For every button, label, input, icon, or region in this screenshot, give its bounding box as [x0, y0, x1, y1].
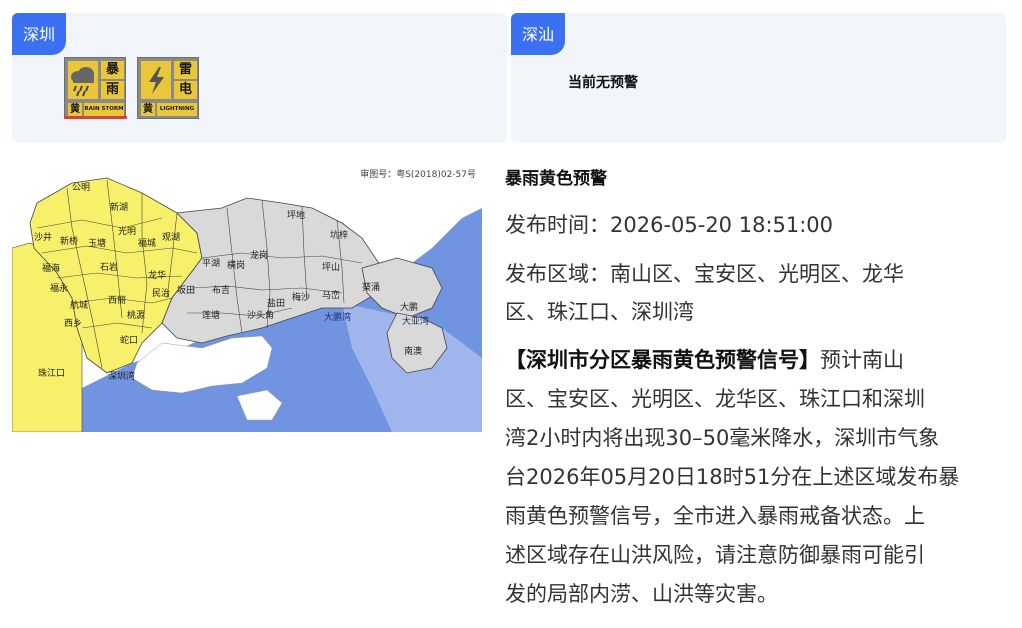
map-label: 新湖	[110, 201, 128, 213]
description-line: 雨黄色预警信号，全市进入暴雨戒备状态。上	[505, 504, 925, 528]
map-label: 公明	[72, 182, 90, 193]
map-label: 玉塘	[88, 237, 106, 249]
map-label: 龙华	[148, 269, 166, 281]
issue-area-line: 区、珠江口、深圳湾	[505, 300, 694, 324]
warning-title: 暴雨黄色预警	[505, 169, 607, 189]
map-label: 梅沙	[292, 291, 310, 303]
map-label: 布吉	[212, 284, 230, 296]
description-line: 台2026年05月20日18时51分在上述区域发布暴	[505, 465, 960, 489]
warning-level: 黄	[141, 103, 155, 116]
map-label: 西乡	[64, 318, 82, 329]
map-label: 深圳湾	[108, 370, 135, 382]
warning-char-2: 雨	[101, 81, 124, 99]
map-label: 大鹏	[400, 301, 418, 313]
description-title: 【深圳市分区暴雨黄色预警信号】	[505, 348, 820, 372]
map-label: 横岗	[227, 259, 245, 271]
map-label: 福海	[42, 262, 60, 274]
map-label: 航城	[70, 299, 88, 311]
issue-time-label: 发布时间：	[505, 213, 610, 237]
map-label: 平湖	[202, 258, 220, 269]
map-label: 马峦	[322, 289, 340, 301]
selected-warning-indicator	[64, 116, 127, 119]
map-label: 福城	[138, 237, 156, 249]
map-label: 石岩	[100, 261, 118, 273]
description-line: 区、宝安区、光明区、龙华区、珠江口和深圳	[505, 387, 925, 411]
map-label: 坑梓	[330, 229, 348, 241]
shenshan-alert-card: 深汕 当前无预警	[511, 13, 1006, 143]
issue-time-value: 2026-05-20 18:51:00	[610, 213, 834, 237]
map-label: 光明	[118, 225, 136, 237]
warning-area-map[interactable]: 公明 新湖 沙井 新桥 玉塘 光明 福城 观湖 石岩 福海 福永 航城 西乡 西…	[12, 158, 482, 432]
description-line: 述区域存在山洪风险，请注意防御暴雨可能引	[505, 543, 925, 567]
warning-level: 黄	[68, 103, 82, 116]
warning-english-label: LIGHTNING	[157, 103, 197, 116]
map-label: 民治	[152, 287, 170, 299]
map-label: 龙岗	[250, 249, 268, 261]
map-label: 福永	[50, 282, 68, 294]
map-label: 坪地	[287, 209, 305, 221]
map-label: 观湖	[162, 232, 180, 243]
map-label: 坪山	[322, 262, 340, 273]
issue-time: 发布时间：2026-05-20 18:51:00	[505, 206, 1010, 244]
lightning-bolt-icon	[141, 61, 171, 99]
warning-english-label: RAIN STORM	[84, 103, 124, 116]
description-line: 湾2小时内将出现30–50毫米降水，深圳市气象	[505, 426, 940, 450]
map-label: 坂田	[177, 285, 195, 296]
map-label: 沙头角	[247, 309, 274, 321]
district-map: 公明 新湖 沙井 新桥 玉塘 光明 福城 观湖 石岩 福海 福永 航城 西乡 西…	[12, 177, 482, 432]
map-label: 莲塘	[202, 309, 220, 321]
rainstorm-warning-icon[interactable]: 暴 雨 黄 RAIN STORM	[64, 57, 126, 119]
map-label: 新桥	[60, 235, 78, 247]
shenzhen-alert-card: 深圳 暴 雨 黄 RAIN STORM 雷 电 黄 LIGHTNING	[12, 13, 507, 143]
map-label: 桃源	[127, 309, 145, 321]
description-line: 发的局部内涝、山洪等灾害。	[505, 582, 778, 606]
warning-char-1: 暴	[101, 61, 124, 79]
map-label: 盐田	[267, 297, 285, 309]
issue-area: 发布区域：南山区、宝安区、光明区、龙华 区、珠江口、深圳湾	[505, 255, 1010, 331]
warning-char-1: 雷	[174, 61, 197, 79]
map-label: 大亚湾	[402, 315, 429, 327]
rain-cloud-icon	[68, 61, 98, 99]
city-tab-shenshan[interactable]: 深汕	[511, 13, 566, 55]
no-alert-text: 当前无预警	[568, 75, 638, 91]
warning-char-2: 电	[174, 81, 197, 99]
warning-description: 【深圳市分区暴雨黄色预警信号】预计南山 区、宝安区、光明区、龙华区、珠江口和深圳…	[505, 341, 1010, 614]
map-label: 沙井	[34, 231, 52, 243]
map-review-number: 审图号：粤S(2018)02-57号	[360, 170, 476, 180]
description-line: 【深圳市分区暴雨黄色预警信号】预计南山	[505, 348, 904, 372]
map-label: 葵涌	[362, 281, 380, 293]
city-tab-shenzhen[interactable]: 深圳	[12, 13, 67, 55]
map-label: 大鹏湾	[324, 311, 351, 323]
lightning-warning-icon[interactable]: 雷 电 黄 LIGHTNING	[137, 57, 199, 119]
issue-area-line: 发布区域：南山区、宝安区、光明区、龙华	[505, 262, 904, 286]
map-label: 南澳	[404, 345, 422, 357]
map-label: 西丽	[108, 295, 126, 306]
map-label: 珠江口	[38, 367, 65, 379]
map-label: 蛇口	[120, 334, 138, 346]
